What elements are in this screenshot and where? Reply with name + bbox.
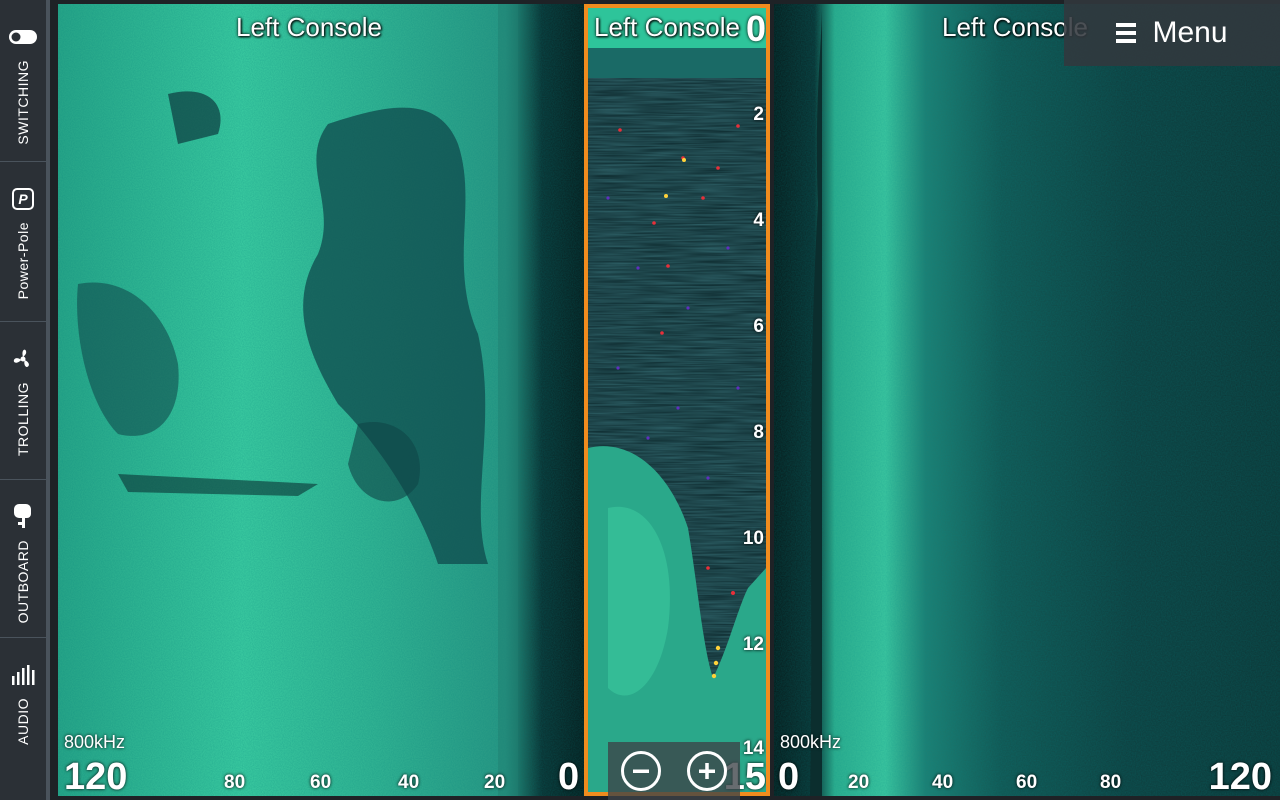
menu-button[interactable]: Menu bbox=[1064, 0, 1280, 66]
sidebar-item-outboard[interactable]: OUTBOARD bbox=[0, 480, 46, 638]
sidebar-item-label: SWITCHING bbox=[15, 60, 31, 145]
zoom-out-icon bbox=[633, 769, 649, 773]
depth-tick-label: 10 bbox=[742, 528, 764, 549]
sidebar-item-audio[interactable]: AUDIO bbox=[0, 638, 46, 800]
sidebar: SWITCHING P Power-Pole TROLLING OUTBOARD… bbox=[0, 0, 50, 800]
right-sonar-texture bbox=[774, 4, 1280, 796]
downscan-sonar-texture bbox=[588, 8, 766, 792]
zoom-controls bbox=[608, 742, 740, 800]
range-tick-label: 40 bbox=[398, 772, 420, 793]
sidebar-item-label: AUDIO bbox=[15, 698, 31, 745]
frequency-label: 800kHz bbox=[64, 732, 126, 752]
panel-title: Left Console bbox=[236, 12, 382, 42]
range-max-label: 120 bbox=[1208, 756, 1272, 796]
outboard-motor-icon bbox=[8, 502, 38, 532]
left-sonar-texture bbox=[58, 4, 584, 796]
depth-tick-label: 8 bbox=[753, 422, 764, 443]
sidebar-item-trolling[interactable]: TROLLING bbox=[0, 322, 46, 480]
menu-label: Menu bbox=[1152, 16, 1228, 49]
range-tick-label: 60 bbox=[310, 772, 332, 793]
sidebar-item-label: OUTBOARD bbox=[15, 540, 31, 624]
range-tick-label: 80 bbox=[224, 772, 246, 793]
zoom-in-icon bbox=[699, 763, 715, 779]
range-tick-label: 80 bbox=[1100, 772, 1122, 793]
sidebar-item-switching[interactable]: SWITCHING bbox=[0, 0, 46, 162]
range-tick-label: 20 bbox=[484, 772, 506, 793]
svg-text:P: P bbox=[18, 191, 28, 207]
range-max-label: 120 bbox=[64, 756, 128, 796]
depth-tick-label: 2 bbox=[753, 104, 764, 125]
range-zero-label: 0 bbox=[558, 756, 580, 796]
power-pole-icon: P bbox=[8, 184, 38, 214]
panel-title: Left Console bbox=[594, 12, 740, 42]
range-tick-label: 40 bbox=[932, 772, 954, 793]
depth-tick-label: 6 bbox=[753, 316, 764, 337]
sidebar-item-label: Power-Pole bbox=[15, 222, 31, 300]
zoom-in-button[interactable] bbox=[687, 751, 727, 791]
frequency-label: 800kHz bbox=[780, 732, 842, 752]
range-tick-label: 20 bbox=[848, 772, 870, 793]
range-zero-label: 0 bbox=[778, 756, 800, 796]
audio-levels-icon bbox=[8, 660, 38, 690]
toggle-switch-icon bbox=[8, 22, 38, 52]
left-sidescan-panel[interactable]: Left Console 800kHz 120 80 60 40 20 0 bbox=[58, 4, 584, 796]
sidebar-item-label: TROLLING bbox=[15, 382, 31, 457]
hamburger-icon bbox=[1116, 23, 1137, 43]
range-tick-label: 60 bbox=[1016, 772, 1038, 793]
depth-top-label: 0 bbox=[745, 8, 766, 49]
middle-downscan-panel[interactable]: Left Console 0 2 4 6 8 10 12 14 15 bbox=[584, 4, 770, 796]
depth-tick-label: 4 bbox=[753, 210, 764, 231]
right-sidescan-panel[interactable]: Left Console 800kHz 0 20 40 60 80 120 bbox=[774, 4, 1280, 796]
depth-tick-label: 12 bbox=[742, 634, 764, 655]
zoom-out-button[interactable] bbox=[621, 751, 661, 791]
propeller-icon bbox=[8, 344, 38, 374]
sidebar-item-power-pole[interactable]: P Power-Pole bbox=[0, 162, 46, 322]
